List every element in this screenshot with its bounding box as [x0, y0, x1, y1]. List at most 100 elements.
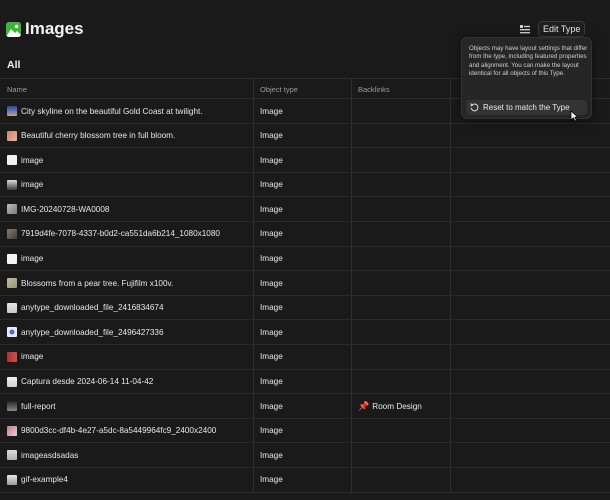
row-type-cell[interactable]: Image — [260, 124, 283, 148]
backlink-text[interactable]: Room Design — [372, 402, 422, 411]
row-name-cell[interactable]: image — [7, 345, 43, 369]
row-name-text: image — [21, 352, 44, 362]
image-thumbnail — [7, 450, 17, 461]
column-divider — [450, 320, 451, 344]
column-divider — [351, 99, 352, 123]
column-divider — [351, 246, 352, 271]
row-name-cell[interactable]: full-report — [7, 394, 56, 418]
row-type-cell[interactable]: Image — [260, 173, 283, 197]
reset-button-label: Reset to match the Type — [483, 103, 570, 112]
mouse-cursor-icon — [570, 109, 580, 127]
column-divider — [253, 295, 254, 320]
column-divider — [450, 221, 451, 246]
row-name-cell[interactable]: gif-example4 — [7, 468, 68, 492]
undo-icon — [470, 103, 479, 112]
column-divider — [351, 123, 352, 148]
table-row[interactable]: gif-example4 Image — [0, 467, 610, 493]
row-name-cell[interactable]: IMG-20240728-WA0008 — [7, 197, 109, 221]
row-name-cell[interactable]: imageasdsadas — [7, 443, 78, 467]
row-name-text: anytype_downloaded_file_2496427336 — [21, 327, 164, 337]
row-name-text: full-report — [21, 401, 56, 411]
column-divider — [253, 221, 254, 246]
table-row[interactable]: imageasdsadas Image — [0, 443, 610, 468]
column-divider — [253, 344, 254, 369]
row-name-cell[interactable]: Captura desde 2024-06-14 11-04-42 — [7, 370, 153, 394]
table-row[interactable]: Blossoms from a pear tree. Fujifilm x100… — [0, 271, 610, 296]
image-thumbnail — [7, 327, 17, 338]
row-name-text: gif-example4 — [21, 475, 68, 485]
row-type-cell[interactable]: Image — [260, 443, 283, 467]
table-row[interactable]: image Image — [0, 246, 610, 272]
row-type-cell[interactable]: Image — [260, 370, 283, 394]
row-name-text: 7919d4fe-7078-4337-b0d2-ca551da6b214_108… — [21, 229, 220, 239]
row-type-cell[interactable]: Image — [260, 99, 283, 123]
row-name-cell[interactable]: 9800d3cc-df4b-4e27-a5dc-8a5449964fc9_240… — [7, 419, 216, 443]
row-name-text: image — [21, 180, 44, 190]
layout-reset-popup: Objects may have layout settings that di… — [461, 37, 592, 119]
row-type-cell[interactable]: Image — [260, 222, 283, 246]
column-header-type[interactable]: Object type — [260, 85, 298, 94]
row-name-cell[interactable]: Beautiful cherry blossom tree in full bl… — [7, 124, 175, 148]
column-divider — [253, 443, 254, 467]
row-name-cell[interactable]: image — [7, 148, 43, 172]
column-divider — [351, 79, 352, 98]
edit-type-button[interactable]: Edit Type — [538, 21, 586, 37]
column-divider — [450, 99, 451, 123]
row-type-cell[interactable]: Image — [260, 197, 283, 221]
column-divider — [351, 344, 352, 369]
column-divider — [351, 271, 352, 295]
column-divider — [351, 148, 352, 172]
image-thumbnail — [7, 253, 17, 264]
row-type-cell[interactable]: Image — [260, 394, 283, 418]
column-divider — [450, 123, 451, 148]
table-row[interactable]: image Image — [0, 344, 610, 370]
row-name-cell[interactable]: Blossoms from a pear tree. Fujifilm x100… — [7, 271, 173, 295]
table-row[interactable]: image Image — [0, 148, 610, 173]
column-divider — [351, 394, 352, 418]
row-type-cell[interactable]: Image — [260, 468, 283, 492]
row-type-cell[interactable]: Image — [260, 345, 283, 369]
column-header-name[interactable]: Name — [7, 85, 27, 94]
table-row[interactable]: anytype_downloaded_file_2496427336 Image — [0, 320, 610, 345]
row-type-cell[interactable]: Image — [260, 296, 283, 320]
reset-to-type-button[interactable]: Reset to match the Type — [466, 100, 587, 115]
column-divider — [253, 394, 254, 418]
row-name-text: image — [21, 254, 44, 264]
layout-list-icon[interactable] — [517, 21, 533, 37]
row-type-cell[interactable]: Image — [260, 148, 283, 172]
column-divider — [351, 197, 352, 221]
image-thumbnail — [7, 204, 17, 215]
row-name-cell[interactable]: anytype_downloaded_file_2416834674 — [7, 296, 164, 320]
column-divider — [253, 197, 254, 221]
image-thumbnail — [7, 130, 17, 141]
row-name-cell[interactable]: image — [7, 247, 43, 271]
row-name-cell[interactable]: 7919d4fe-7078-4337-b0d2-ca551da6b214_108… — [7, 222, 220, 246]
column-divider — [351, 295, 352, 320]
table-row[interactable]: full-report Image 📌 Room Design — [0, 394, 610, 419]
column-divider — [450, 172, 451, 197]
row-name-cell[interactable]: City skyline on the beautiful Gold Coast… — [7, 99, 203, 123]
table-row[interactable]: image Image — [0, 172, 610, 198]
image-thumbnail — [7, 425, 17, 436]
column-divider — [253, 320, 254, 344]
table-row[interactable]: Captura desde 2024-06-14 11-04-42 Image — [0, 369, 610, 395]
column-header-backlinks[interactable]: Backlinks — [358, 85, 390, 94]
column-divider — [253, 369, 254, 394]
column-divider — [450, 394, 451, 418]
row-name-text: Blossoms from a pear tree. Fujifilm x100… — [21, 278, 174, 288]
table-row[interactable]: 9800d3cc-df4b-4e27-a5dc-8a5449964fc9_240… — [0, 418, 610, 444]
row-type-cell[interactable]: Image — [260, 247, 283, 271]
row-name-cell[interactable]: anytype_downloaded_file_2496427336 — [7, 320, 164, 344]
table-row[interactable]: anytype_downloaded_file_2416834674 Image — [0, 295, 610, 321]
row-name-cell[interactable]: image — [7, 173, 43, 197]
row-type-cell[interactable]: Image — [260, 271, 283, 295]
table-row[interactable]: Beautiful cherry blossom tree in full bl… — [0, 123, 610, 149]
row-backlinks-cell[interactable]: 📌 Room Design — [358, 394, 422, 418]
table-row[interactable]: 7919d4fe-7078-4337-b0d2-ca551da6b214_108… — [0, 221, 610, 247]
row-type-cell[interactable]: Image — [260, 419, 283, 443]
table-row[interactable]: IMG-20240728-WA0008 Image — [0, 197, 610, 222]
column-divider — [450, 443, 451, 467]
column-divider — [450, 467, 451, 492]
row-name-text: IMG-20240728-WA0008 — [21, 204, 110, 214]
row-type-cell[interactable]: Image — [260, 320, 283, 344]
